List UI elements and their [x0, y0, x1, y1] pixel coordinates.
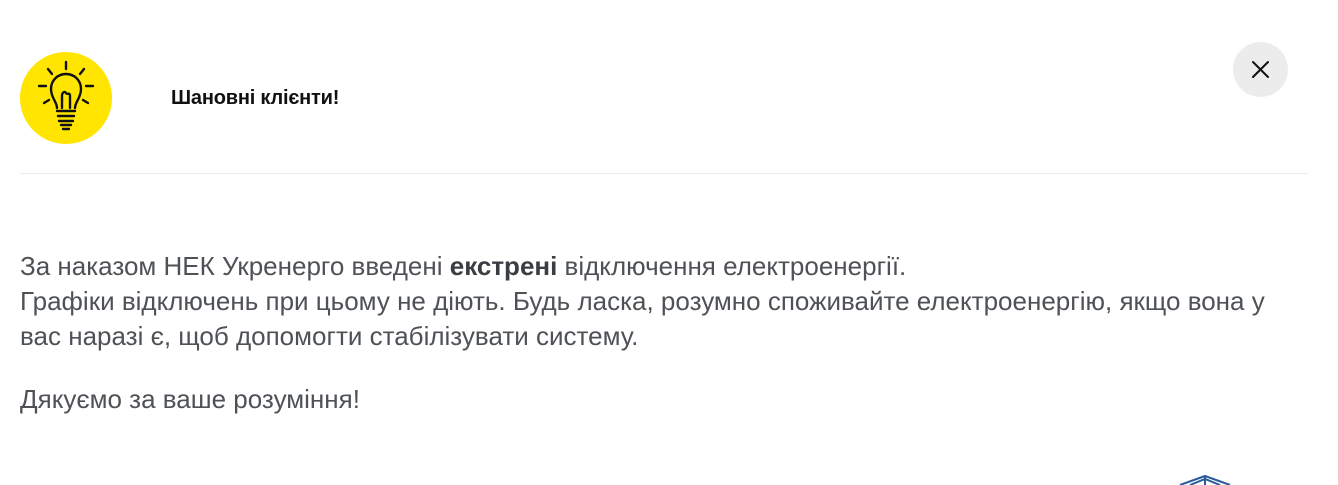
- modal-header: Шановні клієнти!: [20, 52, 1308, 144]
- message-paragraph-2: Графіки відключень при цьому не діють. Б…: [20, 286, 1265, 351]
- header-divider: [20, 173, 1308, 174]
- close-icon: [1252, 61, 1269, 78]
- alert-modal: Шановні клієнти! За наказом НЕК Укренерг…: [0, 0, 1338, 485]
- partial-logo-icon: [1179, 474, 1231, 485]
- thanks-text: Дякуємо за ваше розуміння!: [20, 384, 360, 414]
- lightbulb-icon: [37, 60, 95, 131]
- message-body: За наказом НЕК Укренерго введені екстрен…: [20, 249, 1310, 354]
- modal-title: Шановні клієнти!: [171, 87, 340, 109]
- close-button[interactable]: [1233, 42, 1288, 97]
- emphasis-text: екстрені: [449, 251, 558, 281]
- lightbulb-badge: [20, 52, 112, 144]
- message-line-1: За наказом НЕК Укренерго введені екстрен…: [20, 251, 907, 281]
